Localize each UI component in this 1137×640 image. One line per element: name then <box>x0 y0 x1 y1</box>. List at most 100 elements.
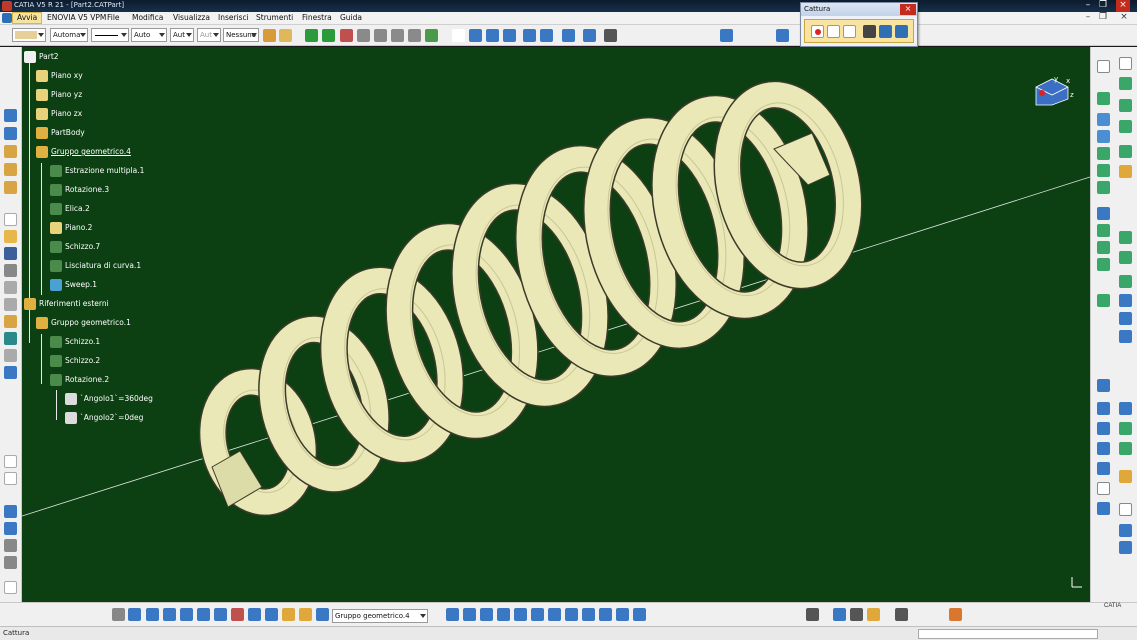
color-select[interactable] <box>12 28 46 42</box>
menu-visualizza[interactable]: Visualizza <box>173 13 210 22</box>
output-feature-icon[interactable] <box>1119 57 1132 70</box>
conic-icon[interactable] <box>1097 462 1110 475</box>
material-select[interactable]: Nessuno <box>223 28 259 42</box>
hide-icon[interactable] <box>616 608 629 621</box>
snap-icon[interactable] <box>340 29 353 42</box>
grid-view-icon[interactable] <box>180 608 193 621</box>
sketch-tool-icon[interactable] <box>4 109 17 122</box>
tools-icon[interactable] <box>604 29 617 42</box>
sketcher-icon[interactable] <box>1097 60 1110 73</box>
redo-icon[interactable] <box>4 349 17 362</box>
pointer-icon[interactable] <box>231 608 244 621</box>
formula-icon[interactable] <box>4 455 17 468</box>
minimize-button[interactable]: – <box>1082 0 1094 12</box>
cut-icon[interactable] <box>4 281 17 294</box>
comment-icon[interactable] <box>4 472 17 485</box>
shading-icon[interactable] <box>565 608 578 621</box>
rotate-view-icon[interactable] <box>480 608 493 621</box>
offset-icon[interactable] <box>1097 181 1110 194</box>
extrude-surface-icon[interactable] <box>1097 147 1110 160</box>
save-icon[interactable] <box>4 247 17 260</box>
knowledge-icon[interactable] <box>720 29 733 42</box>
axis-icon[interactable] <box>146 608 159 621</box>
measure-inertia-icon[interactable] <box>391 29 404 42</box>
print-icon[interactable] <box>4 264 17 277</box>
copy-icon[interactable] <box>4 298 17 311</box>
open-folder-icon[interactable] <box>4 230 17 243</box>
isometric-view-icon[interactable] <box>548 608 561 621</box>
spiral-icon[interactable] <box>1097 502 1110 515</box>
constraint-icon[interactable] <box>1119 422 1132 435</box>
record-icon[interactable] <box>811 25 824 38</box>
measure-icon[interactable] <box>357 29 370 42</box>
trim-icon[interactable] <box>1119 231 1132 244</box>
shading-edges-icon[interactable] <box>582 608 595 621</box>
menu-modifica[interactable]: Modifica <box>132 13 163 22</box>
update-icon[interactable] <box>806 608 819 621</box>
menu-finestra[interactable]: Finestra <box>302 13 332 22</box>
corner-icon[interactable] <box>1119 442 1132 455</box>
sweep-tool-icon[interactable] <box>1119 145 1132 158</box>
fill-icon[interactable] <box>1119 165 1132 178</box>
menu-guida[interactable]: Guida <box>340 13 362 22</box>
join-icon[interactable] <box>562 29 575 42</box>
line-tool-icon[interactable] <box>1097 113 1110 126</box>
rectangle-icon[interactable] <box>1119 402 1132 415</box>
boundary-icon[interactable] <box>1097 241 1110 254</box>
pan-view-icon[interactable] <box>463 608 476 621</box>
geometric-set-current-icon[interactable] <box>316 608 329 621</box>
measure-tool-icon[interactable] <box>895 608 908 621</box>
pan-icon[interactable] <box>305 29 318 42</box>
compare-icon[interactable] <box>833 608 846 621</box>
refresh-icon[interactable] <box>776 29 789 42</box>
surface-analysis-icon[interactable] <box>1119 524 1132 537</box>
repetition-icon[interactable] <box>583 29 596 42</box>
move-icon[interactable] <box>322 29 335 42</box>
extrude-icon[interactable] <box>523 29 536 42</box>
geometric-set-select[interactable]: Gruppo geometrico.4 <box>332 609 428 623</box>
plane-view-icon[interactable] <box>163 608 176 621</box>
fillet-icon[interactable] <box>1097 258 1110 271</box>
point-type-select[interactable]: Aut <box>197 28 221 42</box>
circle-icon[interactable] <box>486 29 499 42</box>
axis-system-icon[interactable] <box>1097 379 1110 392</box>
affinity-icon[interactable] <box>1119 330 1132 343</box>
multi-output-icon[interactable] <box>1119 77 1132 90</box>
capture-camera-icon[interactable] <box>863 25 876 38</box>
scan-icon[interactable] <box>299 608 312 621</box>
cube-view-icon[interactable] <box>197 608 210 621</box>
layer-select[interactable]: Automa <box>50 28 88 42</box>
knowledge-tree-icon[interactable] <box>4 522 17 535</box>
revolve-icon[interactable] <box>540 29 553 42</box>
line-type-select[interactable] <box>91 28 129 42</box>
split-icon[interactable] <box>1097 224 1110 237</box>
layers-icon[interactable] <box>248 608 261 621</box>
swap-icon[interactable] <box>265 608 278 621</box>
properties-icon[interactable] <box>279 29 292 42</box>
circle-tool-icon[interactable] <box>1097 482 1110 495</box>
new-file-icon[interactable] <box>4 213 17 226</box>
capture-album-icon[interactable] <box>843 25 856 38</box>
datum-icon[interactable] <box>1119 503 1132 516</box>
extract-tool-icon[interactable] <box>1119 251 1132 264</box>
apply-material-icon[interactable] <box>425 29 438 42</box>
close-window-button[interactable]: × <box>1116 0 1130 12</box>
paint-brush-icon[interactable] <box>263 29 276 42</box>
point-icon[interactable] <box>452 29 465 42</box>
measure-item-icon[interactable] <box>374 29 387 42</box>
fly-icon[interactable] <box>112 608 125 621</box>
menu-file[interactable]: File <box>107 13 120 22</box>
spline-icon[interactable] <box>503 29 516 42</box>
select-pointer-icon[interactable] <box>827 25 840 38</box>
doc-minimize-button[interactable]: – <box>1082 12 1094 24</box>
helix-tool-icon[interactable] <box>1119 120 1132 133</box>
filter-icon[interactable] <box>282 608 295 621</box>
scaling-icon[interactable] <box>1119 312 1132 325</box>
body-tool-icon[interactable] <box>4 145 17 158</box>
zoom-in-icon[interactable] <box>497 608 510 621</box>
normal-view-icon[interactable] <box>531 608 544 621</box>
restore-button[interactable]: ❐ <box>1097 0 1109 12</box>
swap-visible-icon[interactable] <box>633 608 646 621</box>
catalog-icon[interactable] <box>850 608 863 621</box>
rotate-icon[interactable] <box>1097 294 1110 307</box>
